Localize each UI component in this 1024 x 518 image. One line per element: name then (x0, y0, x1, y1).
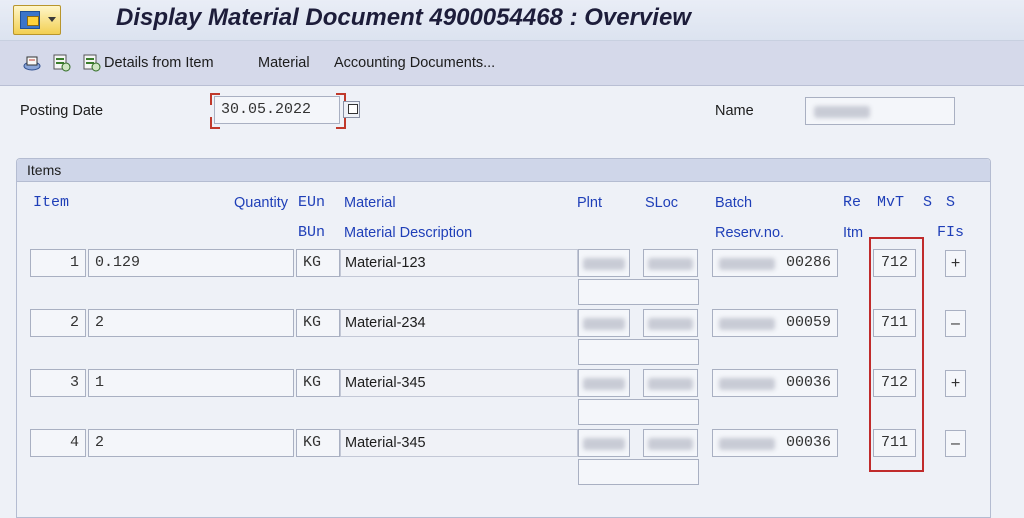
col-s2: S (946, 194, 956, 211)
debit-credit-indicator[interactable]: + (945, 370, 966, 397)
col-s1: S (923, 194, 933, 211)
col-bun: BUn (298, 224, 326, 241)
reservation-field: 00036 (712, 429, 838, 457)
col-fis: FIs (937, 224, 965, 241)
storage-location-field (643, 249, 698, 277)
col-material: Material (344, 195, 396, 211)
item-number: 3 (30, 369, 86, 397)
storage-location-field (643, 369, 698, 397)
quantity-field: 2 (88, 309, 294, 337)
material-field: Material-123 (340, 249, 578, 277)
col-itm: Itm (843, 225, 864, 241)
display-icon[interactable] (52, 53, 72, 73)
sub-field (578, 339, 699, 365)
material-field: Material-345 (340, 429, 578, 457)
col-quantity: Quantity (234, 195, 288, 211)
material-button[interactable]: Material (258, 55, 310, 71)
col-sloc: SLoc (645, 195, 679, 211)
item-number: 1 (30, 249, 86, 277)
name-label: Name (715, 103, 754, 119)
unit-field: KG (296, 429, 340, 457)
plant-field (578, 429, 630, 457)
item-number: 2 (30, 309, 86, 337)
plant-field (578, 369, 630, 397)
window-title: Display Material Document 4900054468 : O… (116, 4, 691, 31)
application-toolbar: Details from Item Material Accounting Do… (0, 41, 1024, 86)
material-description-field (340, 279, 578, 303)
unit-field: KG (296, 249, 340, 277)
col-re: Re (843, 194, 862, 211)
details-icon[interactable] (82, 53, 102, 73)
quantity-field: 1 (88, 369, 294, 397)
sub-field (578, 459, 699, 485)
unit-field: KG (296, 309, 340, 337)
col-reserv-no: Reserv.no. (715, 225, 785, 241)
quantity-field: 0.129 (88, 249, 294, 277)
items-panel: Items (16, 158, 991, 518)
name-field (805, 97, 955, 125)
sub-field (578, 399, 699, 425)
sub-field (578, 279, 699, 305)
material-field: Material-234 (340, 309, 578, 337)
accounting-documents-button[interactable]: Accounting Documents... (334, 55, 495, 71)
col-plnt: Plnt (577, 195, 602, 211)
reservation-field: 00059 (712, 309, 838, 337)
unit-field: KG (296, 369, 340, 397)
col-material-description: Material Description (344, 225, 473, 241)
posting-date-label: Posting Date (20, 103, 104, 119)
details-from-item-button[interactable]: Details from Item (104, 55, 214, 71)
material-field: Material-345 (340, 369, 578, 397)
debit-credit-indicator[interactable]: – (945, 430, 966, 457)
col-mvt: MvT (877, 194, 905, 211)
reservation-field: 00036 (712, 369, 838, 397)
storage-location-field (643, 309, 698, 337)
items-section-title: Items (27, 162, 62, 178)
storage-location-field (643, 429, 698, 457)
other-document-icon[interactable] (22, 53, 42, 73)
col-batch: Batch (715, 195, 753, 211)
item-number: 4 (30, 429, 86, 457)
debit-credit-indicator[interactable]: – (945, 310, 966, 337)
reservation-field: 00286 (712, 249, 838, 277)
debit-credit-indicator[interactable]: + (945, 250, 966, 277)
movement-type-highlight (869, 237, 924, 472)
posting-date-field[interactable]: 30.05.2022 (214, 96, 340, 124)
plant-field (578, 309, 630, 337)
copy-icon[interactable] (343, 101, 360, 118)
plant-field (578, 249, 630, 277)
title-bar: Display Material Document 4900054468 : O… (0, 0, 1024, 41)
quantity-field: 2 (88, 429, 294, 457)
col-eun: EUn (298, 194, 326, 211)
menu-icon[interactable] (13, 5, 61, 35)
col-item: Item (33, 194, 70, 211)
